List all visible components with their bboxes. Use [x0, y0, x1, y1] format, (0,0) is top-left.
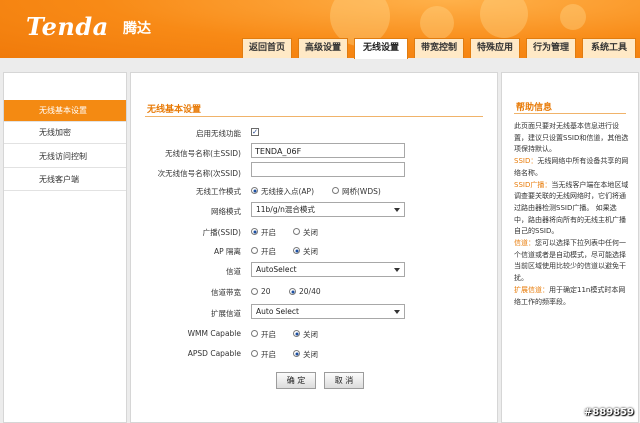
help-body: 此页面只要对无线基本信息进行设置，建议只设置SSID和信道，其他选项保持默认。 …: [514, 121, 630, 308]
help-title: 帮助信息: [516, 103, 553, 113]
decor-bubble: [480, 0, 528, 38]
tab-special-apps[interactable]: 特殊应用: [470, 38, 520, 58]
tab-behavior[interactable]: 行为管理: [526, 38, 576, 58]
bandwidth-label: 信道带宽: [211, 288, 241, 297]
ap-isolation-label: AP 隔离: [213, 247, 241, 256]
chevron-down-icon: [394, 310, 400, 314]
sidebar-item-encryption[interactable]: 无线加密: [4, 122, 126, 144]
sidebar-item-basic[interactable]: 无线基本设置: [4, 100, 126, 122]
help-ext-key: 扩展信道：: [514, 285, 549, 294]
tab-advanced[interactable]: 高级设置: [298, 38, 348, 58]
bandwidth-2040-label: 20/40: [299, 287, 321, 296]
help-channel-key: 信道：: [514, 239, 535, 248]
header-banner: Tenda 腾达 返回首页 高级设置 无线设置 带宽控制 特殊应用 行为管理 系…: [0, 0, 640, 59]
ok-button[interactable]: 确 定: [276, 372, 316, 389]
wmm-off-radio[interactable]: [293, 330, 300, 337]
ap-isolation-on-label: 开启: [261, 247, 276, 256]
apsd-on-radio[interactable]: [251, 350, 258, 357]
channel-value: AutoSelect: [256, 265, 297, 274]
sidebar-item-clients[interactable]: 无线客户端: [4, 169, 126, 191]
broadcast-on-label: 开启: [261, 228, 276, 237]
ap-isolation-off-radio[interactable]: [293, 247, 300, 254]
ext-channel-select[interactable]: Auto Select: [251, 304, 405, 319]
ext-channel-value: Auto Select: [256, 307, 299, 316]
mode-ap-label: 无线接入点(AP): [261, 187, 315, 196]
decor-bubble: [560, 4, 586, 30]
wmm-on-radio[interactable]: [251, 330, 258, 337]
wmm-on-label: 开启: [261, 330, 276, 339]
broadcast-off-label: 关闭: [303, 228, 318, 237]
watermark: #889859: [583, 407, 634, 418]
title-divider: [145, 116, 483, 117]
bandwidth-2040-radio[interactable]: [289, 288, 296, 295]
bandwidth-20-radio[interactable]: [251, 288, 258, 295]
tab-wireless[interactable]: 无线设置: [354, 38, 408, 59]
sidebar: 无线基本设置 无线加密 无线访问控制 无线客户端: [3, 72, 127, 423]
chevron-down-icon: [394, 268, 400, 272]
ap-isolation-on-radio[interactable]: [251, 247, 258, 254]
channel-select[interactable]: AutoSelect: [251, 262, 405, 277]
brand-logo-cn: 腾达: [123, 21, 151, 37]
tab-home[interactable]: 返回首页: [242, 38, 292, 58]
main-panel: 无线基本设置 启用无线功能 ✓ 无线信号名称(主SSID) TENDA_06F …: [130, 72, 498, 423]
broadcast-label: 广播(SSID): [202, 228, 241, 237]
cancel-button[interactable]: 取 消: [324, 372, 364, 389]
wmm-off-label: 关闭: [303, 330, 318, 339]
help-broadcast-key: SSID广播：: [514, 180, 552, 189]
mode-wds-radio[interactable]: [332, 187, 339, 194]
wmm-label: WMM Capable: [187, 329, 241, 338]
page-title: 无线基本设置: [147, 105, 202, 115]
secondary-ssid-input[interactable]: [251, 162, 405, 177]
help-divider: [514, 113, 626, 114]
secondary-ssid-label: 次无线信号名称(次SSID): [157, 169, 241, 178]
apsd-on-label: 开启: [261, 350, 276, 359]
brand-logo: Tenda: [26, 12, 109, 41]
help-ssid-key: SSID：: [514, 157, 538, 166]
chevron-down-icon: [394, 208, 400, 212]
broadcast-on-radio[interactable]: [251, 228, 258, 235]
ap-isolation-off-label: 关闭: [303, 247, 318, 256]
sidebar-item-access-control[interactable]: 无线访问控制: [4, 146, 126, 168]
mode-ap-radio[interactable]: [251, 187, 258, 194]
decor-bubble: [420, 6, 454, 40]
tab-bandwidth[interactable]: 带宽控制: [414, 38, 464, 58]
mode-wds-label: 网桥(WDS): [342, 187, 381, 196]
broadcast-off-radio[interactable]: [293, 228, 300, 235]
tab-system-tools[interactable]: 系统工具: [582, 38, 636, 58]
help-intro: 此页面只要对无线基本信息进行设置，建议只设置SSID和信道，其他选项保持默认。: [514, 122, 629, 154]
primary-ssid-input[interactable]: TENDA_06F: [251, 143, 405, 158]
ext-channel-label: 扩展信道: [211, 309, 241, 318]
apsd-off-label: 关闭: [303, 350, 318, 359]
apsd-label: APSD Capable: [187, 349, 241, 358]
bandwidth-20-label: 20: [261, 287, 271, 296]
help-panel: 帮助信息 此页面只要对无线基本信息进行设置，建议只设置SSID和信道，其他选项保…: [501, 72, 639, 423]
channel-label: 信道: [226, 267, 241, 276]
primary-ssid-label: 无线信号名称(主SSID): [165, 149, 241, 158]
mode-label: 无线工作模式: [196, 187, 241, 196]
apsd-off-radio[interactable]: [293, 350, 300, 357]
enable-wireless-label: 启用无线功能: [196, 129, 241, 138]
network-mode-label: 网络模式: [211, 207, 241, 216]
network-mode-select[interactable]: 11b/g/n混合模式: [251, 202, 405, 217]
enable-wireless-checkbox[interactable]: ✓: [251, 128, 259, 136]
network-mode-value: 11b/g/n混合模式: [256, 205, 315, 214]
